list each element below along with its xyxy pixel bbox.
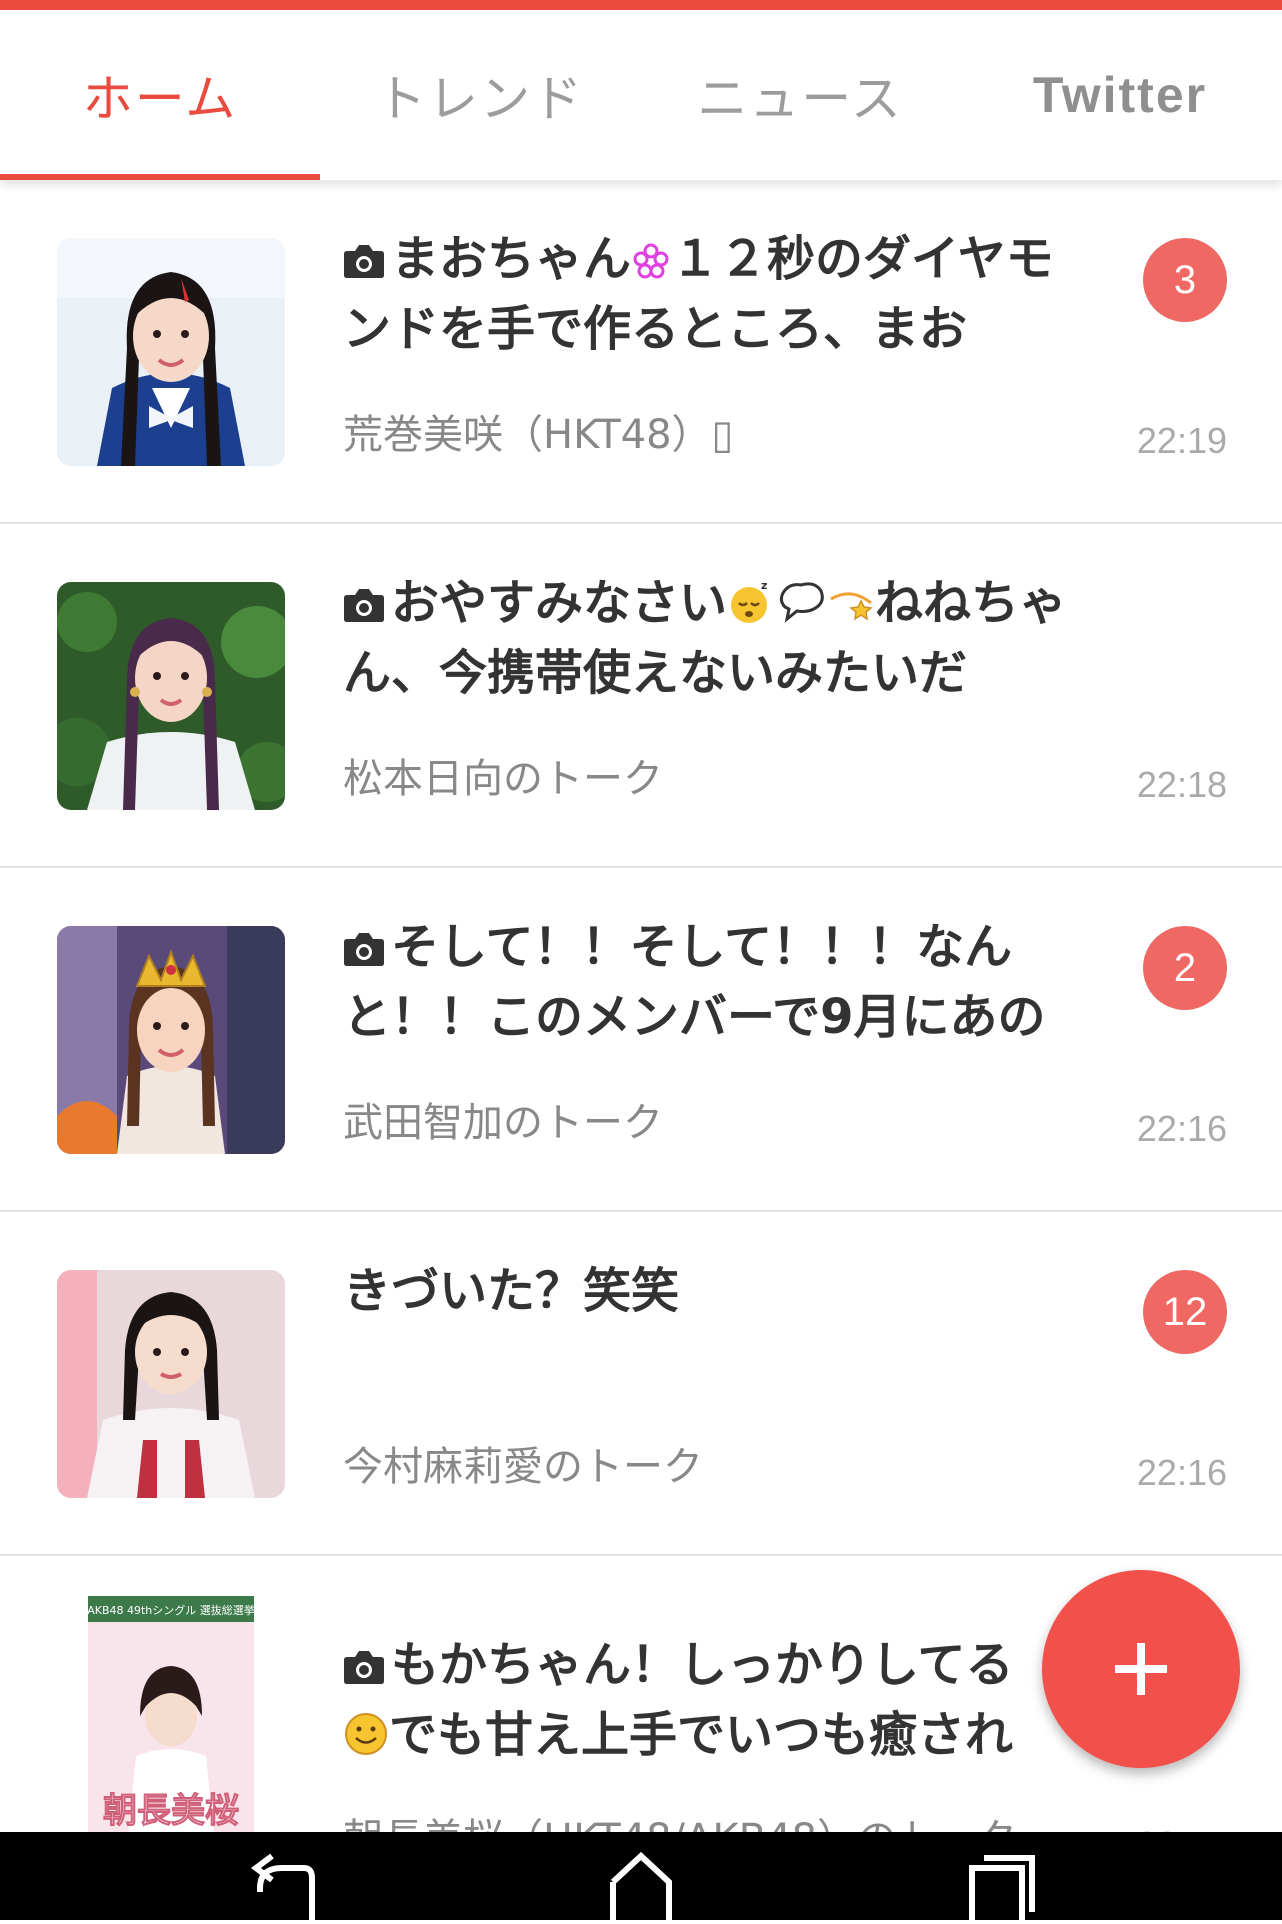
back-icon [251,1853,315,1920]
poster-name-text: 朝長美桜 [103,1791,239,1831]
dizzy-star-emoji-icon [830,592,873,621]
svg-text:z: z [761,579,767,592]
talk-member-name: 松本日向のトーク [343,756,663,802]
member-thumbnail [57,582,285,810]
unread-count-badge: 3 [1143,238,1227,322]
talk-timestamp: 22:18 [1136,764,1227,805]
plus-icon [1115,1643,1167,1695]
talk-timestamp: 22:15 [1137,1824,1227,1832]
talk-row[interactable]: おやすみなさい z ねねちゃん、今携帯使えないみたいだ 松本日向のトーク 22:18 [0,524,1282,868]
nav-home-button[interactable] [571,1832,711,1920]
nav-recents-button[interactable] [930,1832,1070,1924]
talk-member-name: 武田智加のトーク [343,1100,663,1146]
sleepy-face-emoji-icon: z [731,579,767,623]
nav-back-button[interactable] [216,1832,356,1920]
member-thumbnail [57,926,285,1154]
talk-title: まおちゃん １２秒のダイヤモンドを手で作るところ、まお [343,231,1054,357]
talk-timestamp: 22:16 [1136,1108,1227,1149]
tab-trend[interactable]: トレンド [320,10,640,180]
member-thumbnail [57,1270,285,1498]
poster-header-text: AKB48 49thシングル 選抜総選挙 [88,1603,254,1617]
talk-row[interactable]: そして！！そして！！！なんと！！このメンバーで9月にあの 2 武田智加のトーク … [0,868,1282,1212]
status-accent-bar [0,0,1282,10]
tab-home[interactable]: ホーム [0,10,320,180]
speech-bubble-emoji-icon [779,582,824,623]
member-thumbnail [57,238,285,466]
talk-timestamp: 22:16 [1136,1452,1227,1493]
talk-row[interactable]: きづいた？笑笑 12 今村麻莉愛のトーク 22:16 [0,1212,1282,1556]
active-tab-indicator [0,174,320,180]
unread-count-badge: 12 [1143,1270,1227,1354]
talk-title: おやすみなさい z ねねちゃん、今携帯使えないみたいだ [343,575,1068,701]
camera-icon [344,1651,384,1684]
talk-title: もかちゃん！しっかりしてる でも甘え上手でいつも癒され [343,1630,1088,1770]
system-navigation-bar [0,1832,1282,1924]
camera-icon [344,589,384,622]
talk-row[interactable]: まおちゃん １２秒のダイヤモンドを手で作るところ、まお 3 荒巻美咲（HKT48）… [0,180,1282,524]
tab-twitter[interactable]: Twitter [960,10,1280,180]
talk-title: そして！！そして！！！なんと！！このメンバーで9月にあの [343,919,1046,1045]
talk-member-name: 朝長美桜（HKT48/AKB48）のトーク [343,1814,1103,1832]
tab-news[interactable]: ニュース [640,10,960,180]
talk-title: きづいた？笑笑 [343,1263,680,1319]
unread-count-badge: 2 [1143,926,1227,1010]
talk-member-name: 荒巻美咲（HKT48）▯ [343,412,734,458]
smiley-face-emoji-icon [345,1713,387,1755]
talk-member-name: 今村麻莉愛のトーク [343,1444,703,1490]
member-thumbnail: AKB48 49thシングル 選抜総選挙 朝長美桜 [88,1596,254,1832]
home-icon [610,1851,672,1920]
recents-icon [969,1855,1035,1924]
camera-icon [344,933,384,966]
camera-icon [344,245,384,278]
flower-emoji-icon [633,243,669,279]
add-button[interactable] [1042,1570,1240,1768]
tab-bar: ホーム トレンド ニュース Twitter [0,10,1282,180]
talk-timestamp: 22:19 [1136,420,1227,461]
